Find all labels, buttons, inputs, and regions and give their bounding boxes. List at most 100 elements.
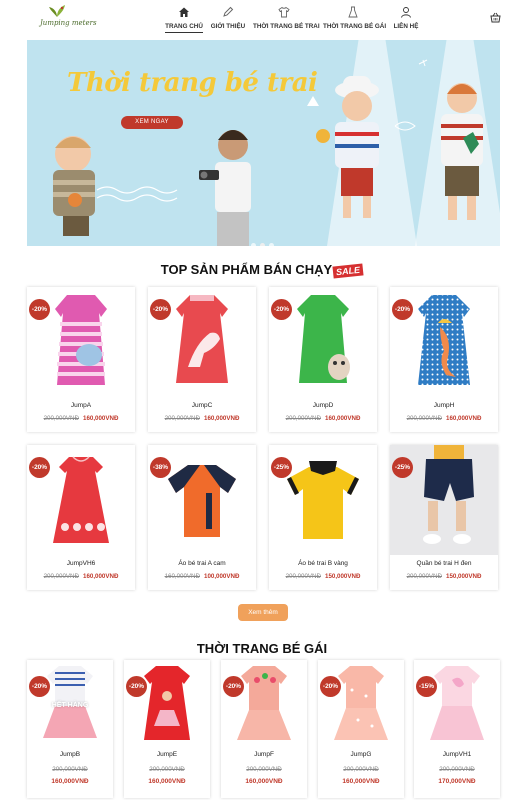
sold-out-label: HẾT HÀNG	[51, 702, 89, 709]
product-card[interactable]: -20% JumpH 200,000VNĐ 160,000VNĐ	[390, 287, 498, 432]
product-prices: 200,000VNĐ 150,000VNĐ	[390, 573, 498, 580]
product-name[interactable]: JumpH	[390, 402, 498, 409]
discount-badge: -20%	[320, 676, 341, 697]
old-price: 200,000VNĐ	[149, 766, 185, 773]
shop-now-button[interactable]: XEM NGAY	[121, 116, 183, 129]
product-card[interactable]: -38% Áo bé trai A cam 160,000VNĐ 100,000V…	[148, 445, 256, 590]
product-name[interactable]: JumpA	[27, 402, 135, 409]
product-name[interactable]: JumpD	[269, 402, 377, 409]
product-card[interactable]: -20% JumpD 200,000VNĐ 160,000VNĐ	[269, 287, 377, 432]
product-prices: 200,000VNĐ 160,000VNĐ	[390, 415, 498, 422]
product-prices: 200,000VNĐ 160,000VNĐ	[148, 415, 256, 422]
carousel-dots	[249, 235, 276, 246]
product-name[interactable]: Áo bé trai B vàng	[269, 560, 377, 567]
discount-badge: -20%	[29, 457, 50, 478]
discount-badge: -25%	[392, 457, 413, 478]
product-prices: 200,000VNĐ 160,000VNĐ	[269, 415, 377, 422]
product-image	[144, 666, 190, 740]
nav-item-home[interactable]: TRANG CHỦ	[165, 6, 203, 38]
user-icon	[401, 7, 411, 18]
logo-text: Jumping meters	[40, 19, 97, 27]
new-price: 170,000VNĐ	[438, 778, 476, 785]
product-card[interactable]: -20% JumpVH6 200,000VNĐ 160,000VNĐ	[27, 445, 135, 590]
old-price: 200,000VNĐ	[43, 573, 79, 580]
nav-item-contact[interactable]: LIÊN HỆ	[391, 6, 421, 38]
old-price: 200,000VNĐ	[246, 766, 282, 773]
product-name[interactable]: JumpVH1	[414, 751, 500, 758]
product-image	[430, 666, 484, 740]
discount-badge: -20%	[126, 676, 147, 697]
product-card[interactable]: -20% JumpG 200,000VNĐ 160,000VNĐ	[318, 660, 404, 798]
new-price: 160,000VNĐ	[148, 778, 186, 785]
old-price: 200,000VNĐ	[52, 766, 88, 773]
nav-label: THỜI TRANG BÉ TRAI	[253, 23, 320, 30]
carousel-dot-active[interactable]	[260, 243, 265, 246]
new-price: 160,000VNĐ	[204, 415, 240, 422]
new-price: 160,000VNĐ	[245, 778, 283, 785]
carousel-dot[interactable]	[269, 243, 274, 246]
new-price: 160,000VNĐ	[342, 778, 380, 785]
product-card[interactable]: -20% JumpA 200,000VNĐ 160,000VNĐ	[27, 287, 135, 432]
carousel-dot[interactable]	[251, 243, 256, 246]
old-price: 200,000VNĐ	[439, 766, 475, 773]
product-card[interactable]: -20% JumpC 200,000VNĐ 160,000VNĐ	[148, 287, 256, 432]
discount-badge: -20%	[29, 299, 50, 320]
discount-badge: -20%	[392, 299, 413, 320]
discount-badge: -20%	[29, 676, 50, 697]
nav-item-girls[interactable]: THỜI TRANG BÉ GÁI	[323, 6, 387, 38]
old-price: 200,000VNĐ	[406, 415, 442, 422]
old-price: 200,000VNĐ	[164, 415, 200, 422]
nav-label: THỜI TRANG BÉ GÁI	[323, 23, 387, 30]
product-name[interactable]: JumpC	[148, 402, 256, 409]
new-price: 150,000VNĐ	[325, 573, 361, 580]
new-price: 160,000VNĐ	[83, 415, 119, 422]
product-name[interactable]: Áo bé trai A cam	[148, 560, 256, 567]
brand-logo[interactable]: Jumping meters	[40, 4, 100, 34]
sale-badge: SALE	[332, 263, 364, 279]
site-header: Jumping meters TRANG CHỦ GIỚI THIỆU THỜI…	[0, 0, 524, 40]
product-card[interactable]: -25% Áo bé trai B vàng 200,000VNĐ 150,000…	[269, 445, 377, 590]
section-title-text: TOP SẢN PHẨM BÁN CHẠY	[160, 262, 333, 277]
discount-badge: -15%	[416, 676, 437, 697]
product-name[interactable]: JumpE	[124, 751, 210, 758]
product-card[interactable]: -20% JumpE 200,000VNĐ 160,000VNĐ	[124, 660, 210, 798]
product-card[interactable]: -15% JumpVH1 200,000VNĐ 170,000VNĐ	[414, 660, 500, 798]
old-price: 160,000VNĐ	[164, 573, 200, 580]
product-image	[237, 666, 291, 740]
product-prices: 160,000VNĐ 100,000VNĐ	[148, 573, 256, 580]
new-price: 160,000VNĐ	[446, 415, 482, 422]
new-price: 160,000VNĐ	[83, 573, 119, 580]
product-name[interactable]: JumpF	[221, 751, 307, 758]
leaf-logo-icon	[49, 5, 65, 17]
home-icon	[179, 7, 189, 17]
discount-badge: -20%	[271, 299, 292, 320]
basket-icon[interactable]	[490, 12, 501, 23]
new-price: 160,000VNĐ	[325, 415, 361, 422]
nav-item-boys[interactable]: THỜI TRANG BÉ TRAI	[253, 6, 320, 38]
product-prices: 200,000VNĐ 160,000VNĐ	[27, 415, 135, 422]
new-price: 100,000VNĐ	[204, 573, 240, 580]
banner-title: Thời trang bé trai	[67, 68, 318, 98]
nav-label: GIỚI THIỆU	[210, 23, 246, 30]
discount-badge: -25%	[271, 457, 292, 478]
product-name[interactable]: JumpG	[318, 751, 404, 758]
product-name[interactable]: JumpB	[27, 751, 113, 758]
old-price: 200,000VNĐ	[285, 573, 321, 580]
pencil-icon	[223, 6, 234, 17]
nav-item-about[interactable]: GIỚI THIỆU	[210, 6, 246, 38]
product-name[interactable]: JumpVH6	[27, 560, 135, 567]
old-price: 200,000VNĐ	[343, 766, 379, 773]
nav-label: LIÊN HỆ	[393, 23, 419, 30]
product-card[interactable]: HẾT HÀNG -20% JumpB 200,000VNĐ 160,000VN…	[27, 660, 113, 798]
product-prices: 200,000VNĐ 150,000VNĐ	[269, 573, 377, 580]
product-card[interactable]: -25% Quần bé trai H đen 200,000VNĐ 150,00…	[390, 445, 498, 590]
girls-section-title: THỜI TRANG BÉ GÁI	[196, 641, 328, 656]
nav-label: TRANG CHỦ	[165, 23, 203, 33]
product-name[interactable]: Quần bé trai H đen	[390, 560, 498, 567]
dress-icon	[348, 6, 358, 18]
discount-badge: -20%	[150, 299, 171, 320]
product-image	[334, 666, 388, 740]
see-more-button[interactable]: Xem thêm	[238, 604, 288, 621]
product-card[interactable]: -20% JumpF 200,000VNĐ 160,000VNĐ	[221, 660, 307, 798]
old-price: 200,000VNĐ	[43, 415, 79, 422]
